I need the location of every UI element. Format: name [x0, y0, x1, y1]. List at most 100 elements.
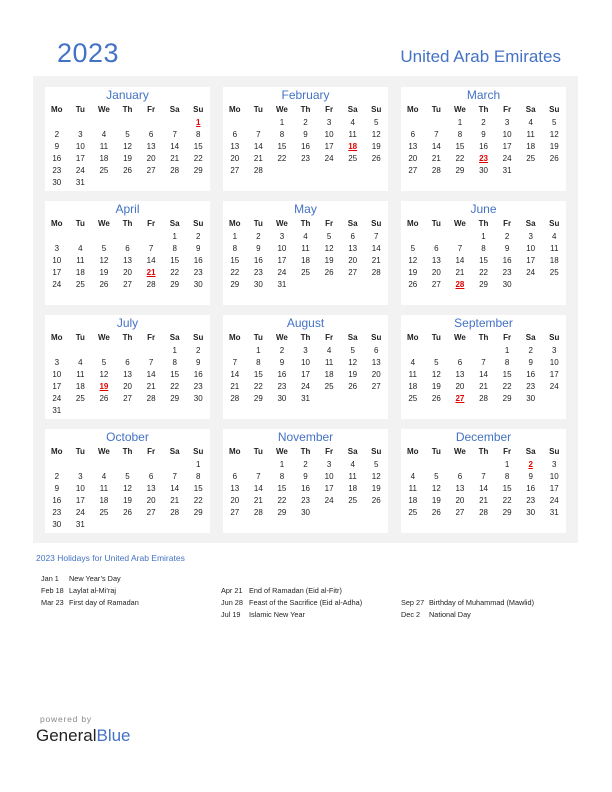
day-cell: 30	[479, 166, 488, 175]
week-row: 11 12 13 14 15 16 17	[401, 483, 566, 495]
empty-cell	[45, 117, 69, 129]
holiday-list-column: Sep 27 Birthday of Muhammad (Mawlid) Dec 2…	[401, 597, 534, 621]
day-cell: 1	[256, 346, 261, 355]
day-cell: 1	[279, 118, 285, 127]
day-cell: 8	[196, 130, 201, 139]
day-cell: 6	[350, 232, 355, 241]
day-cell: 24	[324, 496, 334, 505]
day-cell: 28	[170, 508, 180, 517]
day-cell: 30	[301, 508, 310, 517]
day-cell: 17	[75, 154, 85, 163]
weekday-label: Tu	[253, 219, 263, 228]
month-title: April	[115, 202, 140, 216]
weekday-label: We	[454, 219, 466, 228]
day-cell: 26	[549, 154, 559, 163]
holidays-title: 2023 Holidays for United Arab Emirates	[36, 553, 185, 563]
day-cell: 4	[528, 118, 533, 127]
week-row: 20 21 22 23 24 25 26	[223, 495, 388, 507]
weekday-label: We	[98, 219, 110, 228]
weekday-label: Mo	[229, 333, 241, 342]
day-cell: 12	[99, 370, 109, 379]
day-cell: 13	[230, 142, 240, 151]
weekday-label: Mo	[229, 447, 241, 456]
day-cell: 7	[434, 130, 439, 139]
week-row: 4 5 6 7 8 9 10	[401, 471, 566, 483]
day-cell: 2	[303, 118, 308, 127]
day-cell: 24	[549, 496, 559, 505]
day-cell: 7	[172, 130, 177, 139]
day-cell: 9	[504, 244, 510, 253]
day-cell: 8	[457, 130, 463, 139]
month-title: September	[454, 316, 513, 330]
empty-cell	[317, 279, 341, 291]
weekday-header-row: Mo Tu We Th Fr Sa Su	[401, 332, 566, 344]
day-cell: 3	[78, 130, 83, 139]
month-april: April Mo Tu We Th Fr Sa Su 1 2 3 4 5 6 7 8 9 10 11 12 13 14 15…	[45, 201, 210, 305]
week-row: 1 2 3 4 5 6 7	[223, 231, 388, 243]
day-cell: 9	[528, 358, 533, 367]
week-row: 3 4 5 6 7 8 9	[45, 243, 210, 255]
day-cell: 26	[431, 394, 441, 403]
week-row: 9 10 11 12 13 14 15	[45, 141, 210, 153]
day-cell: 12	[123, 484, 132, 493]
day-cell: 23	[526, 382, 536, 391]
holiday-name: National Day	[429, 610, 471, 619]
month-title: October	[106, 430, 149, 444]
empty-cell	[116, 345, 140, 357]
day-cell: 29	[479, 280, 488, 289]
week-row: 13 14 15 16 17 18 19	[223, 483, 388, 495]
holiday-list-column: Jan 1 New Year’s Day Feb 18 Laylat al-Mi’ra…	[41, 573, 139, 609]
empty-cell	[69, 345, 93, 357]
day-cell: 12	[408, 256, 418, 265]
weekday-label: We	[98, 333, 110, 342]
week-row: 27 28	[223, 165, 388, 177]
weekday-header-row: Mo Tu We Th Fr Sa Su	[45, 218, 210, 230]
weekday-label: Mo	[51, 219, 63, 228]
week-row: 23 24 25 26 27 28 29	[45, 507, 210, 519]
day-cell: 8	[232, 244, 238, 253]
day-cell: 4	[101, 472, 107, 481]
day-cell: 4	[350, 460, 355, 469]
day-cell: 24	[52, 280, 62, 289]
day-cell: 17	[324, 484, 334, 493]
holiday-name: New Year’s Day	[69, 574, 121, 583]
empty-cell	[448, 231, 472, 243]
month-august: August Mo Tu We Th Fr Sa Su 1 2 3 4 5 6 7 8 9 10 11 12 13 14 1…	[223, 315, 388, 419]
day-cell: 20	[123, 382, 132, 391]
day-cell: 15	[193, 142, 203, 151]
weekday-label: Sa	[347, 333, 358, 342]
day-cell: 8	[196, 472, 201, 481]
day-cell: 3	[279, 232, 285, 241]
day-cell: 18	[324, 370, 334, 379]
day-cell: 11	[348, 472, 357, 481]
day-cell: 1	[172, 346, 177, 355]
day-cell: 18	[75, 382, 85, 391]
day-cell: 21	[431, 154, 441, 163]
month-february: February Mo Tu We Th Fr Sa Su 1 2 3 4 5 6 7 8 9 10 11 12 13 1…	[223, 87, 388, 191]
holiday-date: Jun 28	[221, 598, 243, 607]
day-cell: 31	[75, 178, 85, 187]
empty-cell	[92, 345, 116, 357]
day-cell: 1	[481, 232, 486, 241]
week-row: 27 28 29 30	[223, 507, 388, 519]
day-cell: 26	[99, 394, 109, 403]
day-cell: 11	[348, 130, 357, 139]
day-cell: 25	[75, 280, 85, 289]
day-cell: 5	[326, 232, 332, 241]
day-cell: 5	[434, 472, 439, 481]
week-row: 24 25 26 27 28 29 30	[45, 393, 210, 405]
holiday-name: Islamic New Year	[249, 610, 305, 619]
empty-cell	[69, 405, 93, 417]
day-cell: 31	[301, 394, 310, 403]
day-cell: 19	[431, 496, 441, 505]
day-cell: 31	[502, 166, 512, 175]
empty-cell	[116, 177, 140, 189]
day-cell: 19	[324, 256, 334, 265]
day-cell: 25	[324, 382, 334, 391]
week-row: 1	[45, 117, 210, 129]
weekday-label: Tu	[75, 447, 85, 456]
day-cell: 20	[146, 496, 156, 505]
holiday-item: Feb 18 Laylat al-Mi’raj	[41, 585, 139, 597]
week-row: 14 15 16 17 18 19 20	[223, 369, 388, 381]
day-cell: 17	[526, 256, 536, 265]
